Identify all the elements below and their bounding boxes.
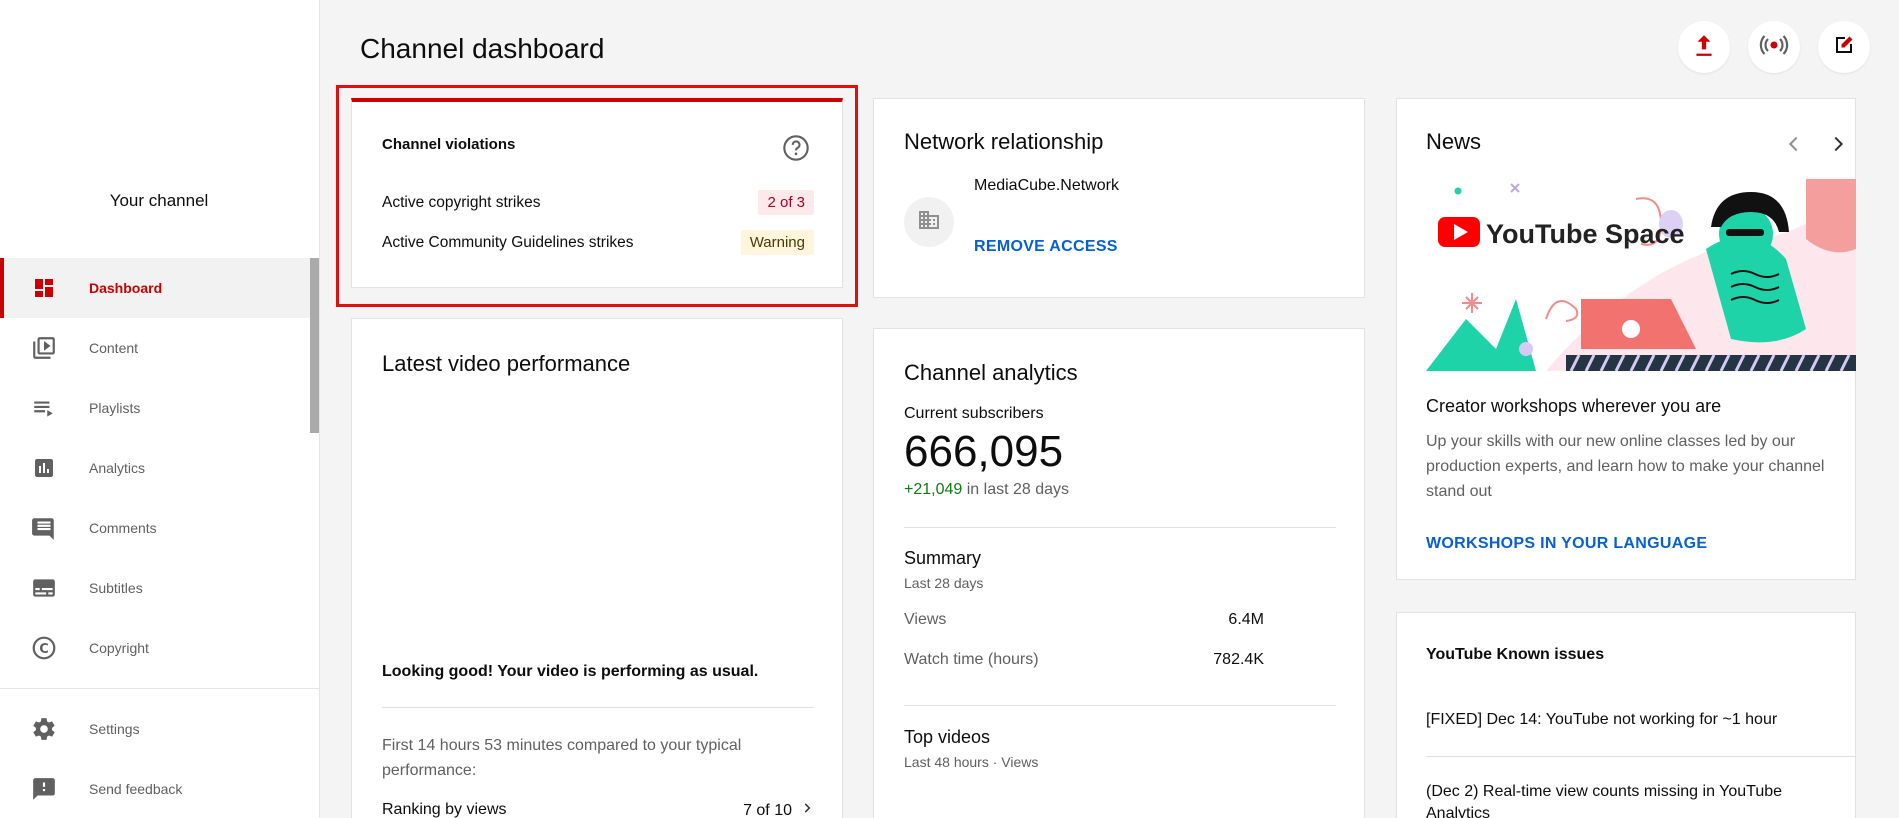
sidebar-item-label: Send feedback <box>89 781 183 797</box>
chevron-right-icon <box>800 801 814 818</box>
channel-analytics-card: Channel analytics Current subscribers 66… <box>873 328 1365 818</box>
news-image[interactable]: YouTube Space <box>1426 179 1856 371</box>
ranking-label: Ranking by views <box>382 801 507 818</box>
divider <box>1426 756 1856 757</box>
known-issues-card: YouTube Known issues [FIXED] Dec 14: You… <box>1396 612 1856 818</box>
sidebar-item-subtitles[interactable]: Subtitles <box>0 558 311 618</box>
performance-compare: First 14 hours 53 minutes compared to yo… <box>382 737 742 779</box>
latest-title: Latest video performance <box>382 351 631 376</box>
divider <box>382 707 814 708</box>
network-logo <box>904 197 954 247</box>
building-icon <box>917 208 941 237</box>
sidebar-item-label: Comments <box>89 520 157 536</box>
known-issue-item[interactable]: (Dec 2) Real-time view counts missing in… <box>1426 781 1826 818</box>
upload-button[interactable] <box>1678 21 1730 73</box>
subscribers-change-period: in last 28 days <box>966 481 1070 498</box>
subscribers-change: +21,049 in last 28 days <box>904 481 1069 499</box>
sidebar-item-label: Analytics <box>89 460 146 476</box>
network-title: Network relationship <box>904 129 1104 154</box>
latest-video-performance-card: Latest video performance Looking good! Y… <box>351 318 843 818</box>
top-videos-title: Top videos <box>904 727 991 747</box>
sidebar-item-label: Copyright <box>89 640 149 656</box>
network-name: MediaCube.Network <box>974 177 1119 194</box>
sidebar-item-content[interactable]: Content <box>0 318 311 378</box>
news-image-logo-text: YouTube Space <box>1486 219 1685 249</box>
news-body: Up your skills with our new online class… <box>1426 433 1825 500</box>
go-live-button[interactable] <box>1748 21 1800 73</box>
playlist-icon <box>30 394 58 422</box>
sidebar-item-label: Subtitles <box>89 580 143 596</box>
workshops-link[interactable]: WORKSHOPS IN YOUR LANGUAGE <box>1426 535 1707 553</box>
divider <box>904 527 1336 528</box>
sidebar-item-label: Settings <box>89 721 140 737</box>
comment-icon <box>30 514 58 542</box>
sidebar-item-comments[interactable]: Comments <box>0 498 311 558</box>
top-videos-period: Last 48 hours · Views <box>904 754 1039 770</box>
sidebar-scrollbar[interactable] <box>310 258 319 433</box>
divider <box>904 705 1336 706</box>
sidebar-item-analytics[interactable]: Analytics <box>0 438 311 498</box>
analytics-title: Channel analytics <box>904 360 1078 385</box>
subscribers-change-value: +21,049 <box>904 481 963 498</box>
sidebar-item-label: Content <box>89 340 139 356</box>
dashboard-icon <box>30 274 58 302</box>
news-card: News YouTube Space Creator workshops whe… <box>1396 98 1856 580</box>
chevron-left-icon[interactable] <box>1783 133 1805 160</box>
sidebar-item-settings[interactable]: Settings <box>0 699 311 759</box>
analytics-icon <box>30 454 58 482</box>
video-library-icon <box>30 334 58 362</box>
watch-time-row[interactable]: Watch time (hours) 782.4K <box>904 651 1264 669</box>
channel-name[interactable]: Your channel <box>0 191 318 211</box>
highlight-box <box>336 85 858 307</box>
sidebar-item-copyright[interactable]: C Copyright <box>0 618 311 678</box>
subscribers-label: Current subscribers <box>904 405 1044 422</box>
sidebar-item-dashboard[interactable]: Dashboard <box>0 258 311 318</box>
sidebar: Your channel Dashboard Content Playlists… <box>0 0 320 818</box>
views-row[interactable]: Views 6.4M <box>904 611 1264 629</box>
watch-time-value: 782.4K <box>1213 651 1264 668</box>
copyright-icon: C <box>30 634 58 662</box>
sidebar-nav: Dashboard Content Playlists Analytics Co… <box>0 258 320 818</box>
create-post-button[interactable] <box>1818 21 1870 73</box>
sidebar-item-label: Playlists <box>89 400 141 416</box>
ranking-value: 7 of 10 <box>743 801 792 818</box>
remove-access-link[interactable]: REMOVE ACCESS <box>974 238 1118 256</box>
news-headline[interactable]: Creator workshops wherever you are <box>1426 396 1721 417</box>
summary-title: Summary <box>904 548 982 568</box>
page-title: Channel dashboard <box>360 33 605 64</box>
live-icon <box>1759 33 1789 62</box>
news-title: News <box>1426 129 1482 154</box>
summary-period: Last 28 days <box>904 575 984 591</box>
views-value: 6.4M <box>1228 611 1264 628</box>
watch-time-label: Watch time (hours) <box>904 651 1039 668</box>
chevron-right-icon[interactable] <box>1827 133 1849 160</box>
ranking-row[interactable]: Ranking by views 7 of 10 <box>382 801 814 818</box>
upload-icon <box>1691 32 1717 63</box>
sidebar-item-label: Dashboard <box>89 280 163 296</box>
views-label: Views <box>904 611 947 628</box>
subtitles-icon <box>30 574 58 602</box>
gear-icon <box>30 715 58 743</box>
create-post-icon <box>1832 33 1856 62</box>
known-issues-title: YouTube Known issues <box>1426 646 1605 663</box>
feedback-icon <box>30 775 58 803</box>
sidebar-item-send-feedback[interactable]: Send feedback <box>0 759 311 818</box>
network-relationship-card: Network relationship MediaCube.Network R… <box>873 98 1365 298</box>
sidebar-divider <box>0 688 320 689</box>
svg-text:C: C <box>39 642 49 657</box>
known-issue-item[interactable]: [FIXED] Dec 14: YouTube not working for … <box>1426 711 1846 729</box>
subscribers-value: 666,095 <box>904 427 1064 476</box>
performance-status: Looking good! Your video is performing a… <box>382 663 759 680</box>
sidebar-item-playlists[interactable]: Playlists <box>0 378 311 438</box>
